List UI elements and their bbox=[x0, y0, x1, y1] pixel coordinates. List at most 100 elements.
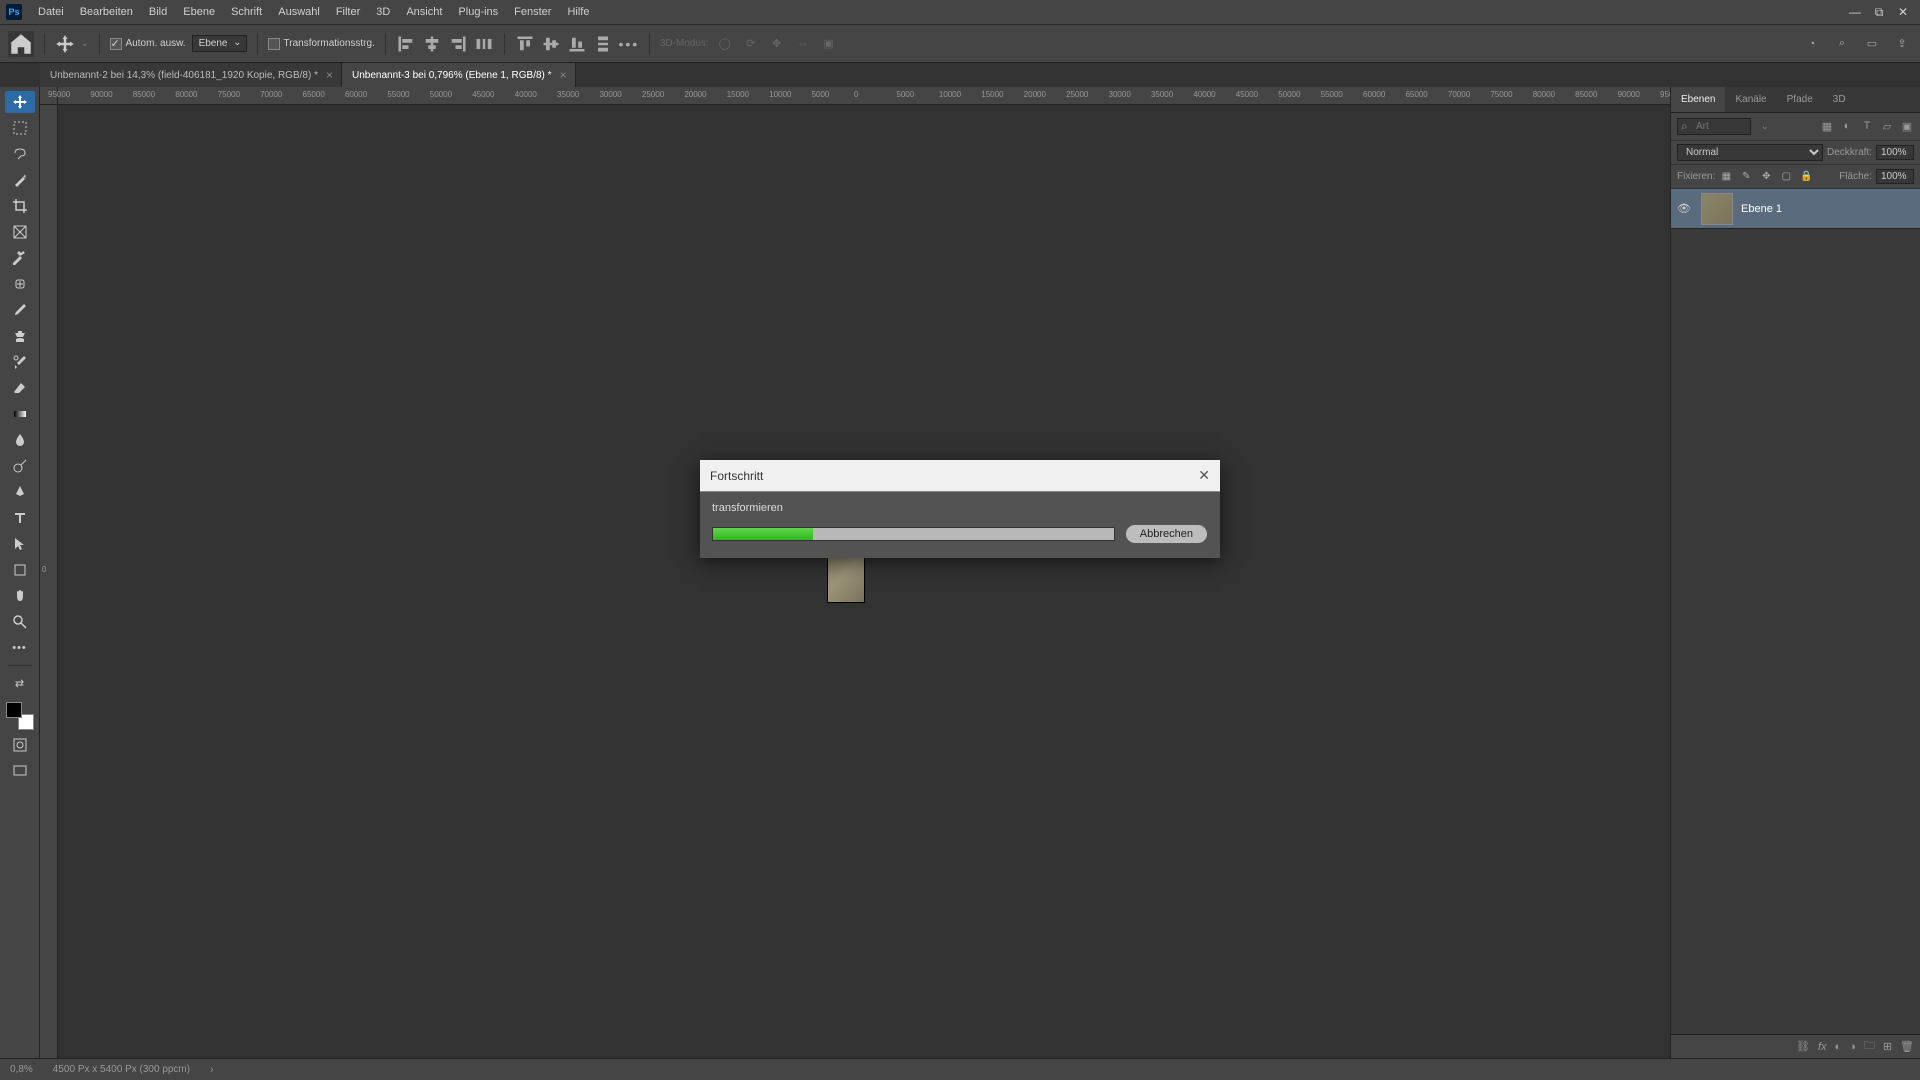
tab-close-button[interactable]: × bbox=[558, 68, 569, 82]
align-bottom-icon[interactable] bbox=[567, 34, 587, 54]
dialog-titlebar[interactable]: Fortschritt ✕ bbox=[700, 460, 1220, 492]
panel-tab-pfade[interactable]: Pfade bbox=[1777, 87, 1823, 112]
menu-filter[interactable]: Filter bbox=[328, 6, 368, 18]
brush-tool[interactable] bbox=[5, 299, 35, 321]
shape-tool[interactable] bbox=[5, 559, 35, 581]
type-tool[interactable] bbox=[5, 507, 35, 529]
pen-tool[interactable] bbox=[5, 481, 35, 503]
panel-tab-3d[interactable]: 3D bbox=[1823, 87, 1856, 112]
zoom-tool[interactable] bbox=[5, 611, 35, 633]
cancel-button[interactable]: Abbrechen bbox=[1125, 524, 1208, 544]
filter-type-icon[interactable]: T bbox=[1860, 120, 1874, 133]
menu-plug-ins[interactable]: Plug-ins bbox=[450, 6, 506, 18]
link-layers-icon[interactable]: ⛓ bbox=[1796, 1040, 1810, 1053]
status-arrow-icon[interactable]: › bbox=[210, 1064, 213, 1075]
clone-stamp-tool[interactable] bbox=[5, 325, 35, 347]
magic-wand-tool[interactable] bbox=[5, 169, 35, 191]
lock-pixels-icon[interactable]: ✎ bbox=[1739, 171, 1753, 182]
quick-mask-icon[interactable] bbox=[5, 734, 35, 756]
blur-tool[interactable] bbox=[5, 429, 35, 451]
opacity-input[interactable] bbox=[1876, 145, 1914, 160]
layer-group-icon[interactable]: 🗀 bbox=[1864, 1037, 1875, 1056]
workspace-icon[interactable]: ▭ bbox=[1862, 34, 1882, 54]
dodge-tool[interactable] bbox=[5, 455, 35, 477]
filter-pixel-icon[interactable]: ▦ bbox=[1820, 120, 1834, 133]
history-brush-tool[interactable] bbox=[5, 351, 35, 373]
marquee-tool[interactable] bbox=[5, 117, 35, 139]
minimize-button[interactable]: — bbox=[1844, 3, 1866, 21]
menu-ansicht[interactable]: Ansicht bbox=[398, 6, 450, 18]
document-tab[interactable]: Unbenannt-2 bei 14,3% (field-406181_1920… bbox=[40, 63, 342, 87]
adjustment-layer-icon[interactable]: ◑ bbox=[1849, 1041, 1856, 1053]
align-top-icon[interactable] bbox=[515, 34, 535, 54]
layer-filter-input[interactable] bbox=[1677, 118, 1751, 135]
layer-name-label[interactable]: Ebene 1 bbox=[1741, 203, 1782, 215]
panel-tab-ebenen[interactable]: Ebenen bbox=[1671, 87, 1725, 112]
lock-artboard-icon[interactable]: ▢ bbox=[1779, 171, 1793, 182]
screen-mode-icon[interactable] bbox=[5, 760, 35, 782]
eraser-tool[interactable] bbox=[5, 377, 35, 399]
crop-tool[interactable] bbox=[5, 195, 35, 217]
ruler-horizontal[interactable]: 9500090000850008000075000700006500060000… bbox=[40, 87, 1670, 105]
home-button[interactable] bbox=[8, 31, 34, 57]
menu-ebene[interactable]: Ebene bbox=[175, 6, 223, 18]
more-options-icon[interactable]: ••• bbox=[619, 34, 639, 54]
healing-brush-tool[interactable] bbox=[5, 273, 35, 295]
move-tool[interactable] bbox=[5, 91, 35, 113]
menu-3d[interactable]: 3D bbox=[368, 6, 398, 18]
align-left-icon[interactable] bbox=[396, 34, 416, 54]
gradient-tool[interactable] bbox=[5, 403, 35, 425]
filter-shape-icon[interactable]: ▱ bbox=[1880, 120, 1894, 133]
delete-layer-icon[interactable]: 🗑 bbox=[1900, 1040, 1914, 1053]
zoom-level[interactable]: 0,8% bbox=[10, 1064, 33, 1075]
layer-mask-icon[interactable]: ◐ bbox=[1835, 1041, 1842, 1053]
visibility-toggle-icon[interactable]: 👁 bbox=[1677, 202, 1693, 215]
distribute-v-icon[interactable] bbox=[593, 34, 613, 54]
fill-input[interactable] bbox=[1876, 169, 1914, 184]
frame-tool[interactable] bbox=[5, 221, 35, 243]
transform-controls-checkbox[interactable]: Transformationsstrg. bbox=[268, 38, 375, 50]
eyedropper-tool[interactable] bbox=[5, 247, 35, 269]
layer-fx-icon[interactable]: fx bbox=[1818, 1041, 1827, 1053]
distribute-h-icon[interactable] bbox=[474, 34, 494, 54]
filter-adjust-icon[interactable]: ◐ bbox=[1840, 120, 1854, 133]
menu-bearbeiten[interactable]: Bearbeiten bbox=[72, 6, 141, 18]
hand-tool[interactable] bbox=[5, 585, 35, 607]
lock-position-icon[interactable]: ✥ bbox=[1759, 171, 1773, 182]
share-icon[interactable]: ⇪ bbox=[1892, 34, 1912, 54]
more-tools-icon[interactable]: ••• bbox=[5, 637, 35, 659]
document-canvas[interactable] bbox=[58, 105, 1670, 1058]
color-swatches[interactable] bbox=[6, 702, 34, 730]
ruler-vertical[interactable]: 0 bbox=[40, 105, 58, 1058]
edit-toolbar-icon[interactable]: ⇄ bbox=[5, 672, 35, 694]
menu-datei[interactable]: Datei bbox=[30, 6, 72, 18]
menu-schrift[interactable]: Schrift bbox=[223, 6, 270, 18]
cloud-docs-icon[interactable]: ◔ bbox=[1802, 34, 1822, 54]
filter-smart-icon[interactable]: ▣ bbox=[1900, 120, 1914, 133]
document-tab[interactable]: Unbenannt-3 bei 0,796% (Ebene 1, RGB/8) … bbox=[342, 63, 576, 87]
search-icon[interactable]: ⌕ bbox=[1832, 34, 1852, 54]
blend-mode-select[interactable]: Normal bbox=[1677, 144, 1823, 161]
align-right-icon[interactable] bbox=[448, 34, 468, 54]
auto-select-checkbox[interactable]: Autom. ausw. bbox=[110, 38, 186, 50]
close-button[interactable]: ✕ bbox=[1892, 3, 1914, 21]
align-center-h-icon[interactable] bbox=[422, 34, 442, 54]
menu-fenster[interactable]: Fenster bbox=[506, 6, 559, 18]
align-center-v-icon[interactable] bbox=[541, 34, 561, 54]
menu-auswahl[interactable]: Auswahl bbox=[270, 6, 328, 18]
menu-hilfe[interactable]: Hilfe bbox=[559, 6, 597, 18]
new-layer-icon[interactable]: ⊞ bbox=[1883, 1040, 1892, 1053]
layer-thumbnail[interactable] bbox=[1701, 193, 1733, 225]
panel-tab-kanäle[interactable]: Kanäle bbox=[1725, 87, 1776, 112]
path-select-tool[interactable] bbox=[5, 533, 35, 555]
document-info[interactable]: 4500 Px x 5400 Px (300 ppcm) bbox=[53, 1064, 190, 1075]
lock-transparent-icon[interactable]: ▦ bbox=[1719, 171, 1733, 182]
lock-all-icon[interactable]: 🔒 bbox=[1799, 171, 1813, 182]
lasso-tool[interactable] bbox=[5, 143, 35, 165]
maximize-button[interactable]: ⧉ bbox=[1868, 3, 1890, 21]
auto-select-target[interactable]: Ebene bbox=[192, 35, 247, 52]
layer-row[interactable]: 👁 Ebene 1 bbox=[1671, 189, 1920, 229]
tab-close-button[interactable]: × bbox=[324, 68, 335, 82]
menu-bild[interactable]: Bild bbox=[141, 6, 175, 18]
dialog-close-button[interactable]: ✕ bbox=[1198, 467, 1210, 484]
